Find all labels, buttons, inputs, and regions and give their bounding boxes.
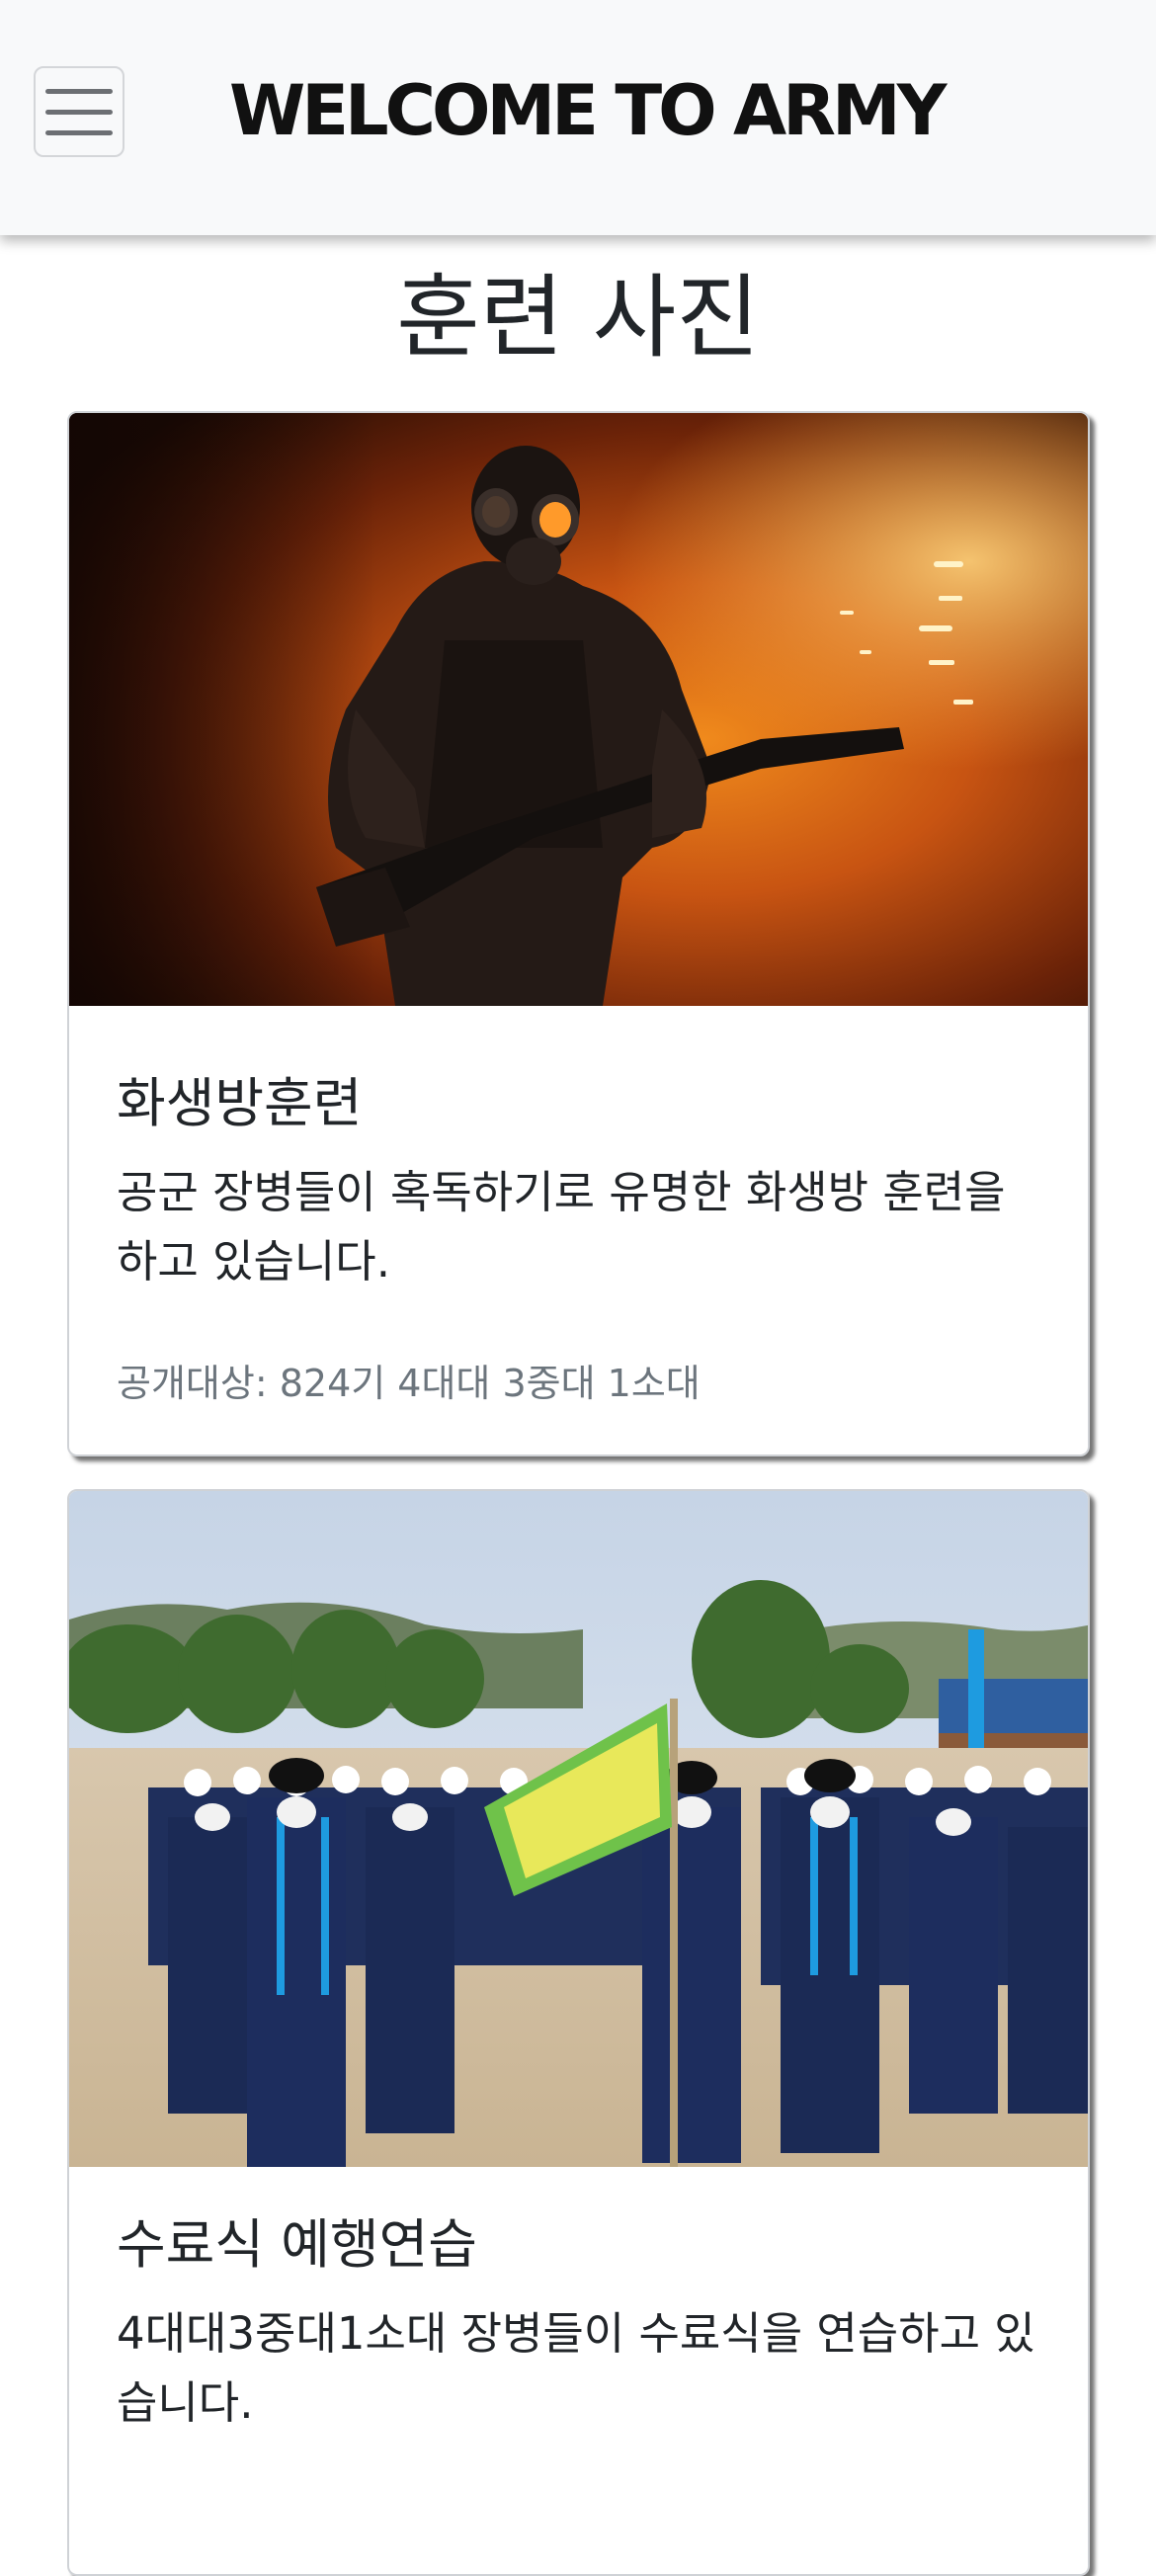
card-text: 공군 장병들이 혹독하기로 유명한 화생방 훈련을 하고 있습니다.	[117, 1166, 1006, 1288]
photo-card[interactable]: 수료식 예행연습 4대대3중대1소대 장병들이 수료식을 연습하고 있습니다.	[67, 1489, 1090, 2576]
card-body: 수료식 예행연습 4대대3중대1소대 장병들이 수료식을 연습하고 있습니다.	[69, 2167, 1088, 2438]
card-audience-text: 공개대상: 824기 4대대 3중대 1소대	[117, 1362, 701, 1405]
card-title: 수료식 예행연습	[117, 2213, 477, 2276]
hamburger-bar	[45, 129, 113, 135]
card-title: 화생방훈련	[117, 1072, 363, 1134]
photo-card[interactable]: 화생방훈련 공군 장병들이 혹독하기로 유명한 화생방 훈련을 하고 있습니다.…	[67, 411, 1090, 1456]
hamburger-bar	[45, 109, 113, 115]
card-text: 4대대3중대1소대 장병들이 수료식을 연습하고 있습니다.	[117, 2307, 1035, 2429]
hamburger-menu-button[interactable]	[34, 66, 124, 157]
navbar: WELCOME TO ARMY	[0, 0, 1156, 235]
navbar-brand[interactable]: WELCOME TO ARMY	[229, 61, 947, 160]
hamburger-menu-icon	[45, 88, 113, 94]
soldier-gas-mask-photo	[69, 413, 1088, 1006]
card-body: 화생방훈련 공군 장병들이 혹독하기로 유명한 화생방 훈련을 하고 있습니다.…	[69, 1006, 1088, 1413]
recruits-formation-photo	[69, 1491, 1088, 2167]
page-title: 훈련 사진	[396, 265, 760, 371]
